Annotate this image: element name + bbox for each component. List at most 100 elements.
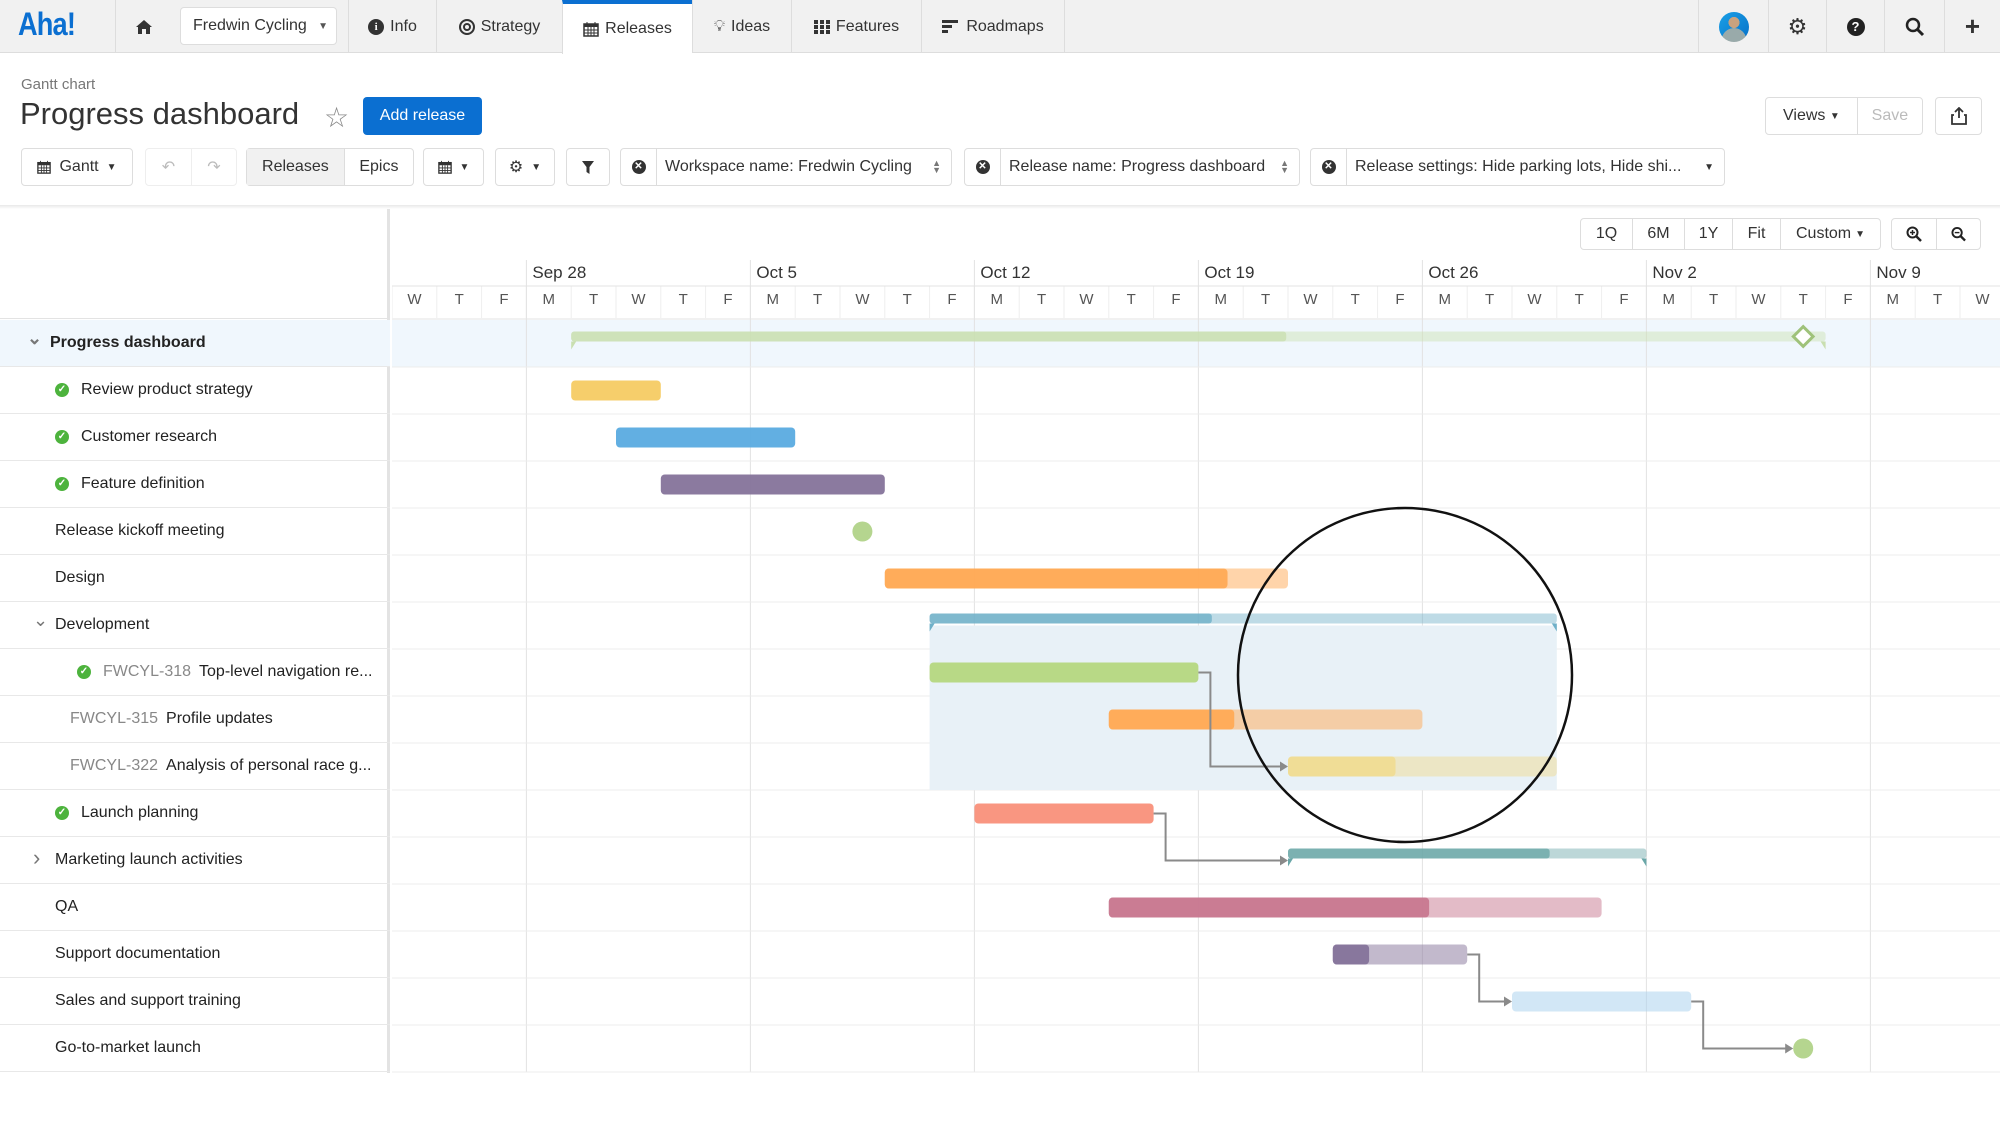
add-release-button[interactable]: Add release xyxy=(363,97,482,135)
zoom-1y-button[interactable]: 1Y xyxy=(1684,219,1732,249)
task-bar[interactable] xyxy=(1512,991,1692,1012)
day-label: T xyxy=(1261,291,1270,308)
dependency-arrow xyxy=(1280,855,1288,866)
sort-arrows-icon: ▲ ▼ xyxy=(932,158,941,175)
day-label: T xyxy=(1351,291,1360,308)
share-icon xyxy=(1950,107,1967,125)
views-button[interactable]: Views ▼ xyxy=(1766,98,1857,134)
date-range-dropdown[interactable]: ▼ xyxy=(423,148,484,186)
view-type-dropdown[interactable]: Gantt ▼ xyxy=(21,148,133,186)
help-button[interactable]: ? xyxy=(1826,0,1884,53)
timeframe-controls: 1Q 6M 1Y Fit Custom ▼ xyxy=(1580,218,1881,250)
task-bar[interactable] xyxy=(571,380,661,401)
day-label: F xyxy=(499,291,508,308)
tab-features[interactable]: Features xyxy=(791,0,921,53)
remove-filter-button[interactable]: ✕ xyxy=(1311,149,1347,185)
gantt-row[interactable]: › Marketing launch activities xyxy=(0,837,390,884)
redo-icon: ↷ xyxy=(207,159,221,176)
settings-dropdown[interactable]: ⚙ ▼ xyxy=(495,148,555,186)
settings-button[interactable]: ⚙ xyxy=(1768,0,1826,53)
tab-roadmaps[interactable]: Roadmaps xyxy=(921,0,1065,53)
gantt-row[interactable]: Release kickoff meeting xyxy=(0,508,390,555)
panel-header-divider xyxy=(0,318,390,319)
gantt-row[interactable]: ✓ Customer research xyxy=(0,414,390,461)
task-bar[interactable] xyxy=(929,662,1199,683)
workspace-selector[interactable]: Fredwin Cycling ▼ xyxy=(180,7,337,45)
zoom-out-button[interactable] xyxy=(1936,219,1980,249)
week-label: Sep 28 xyxy=(532,263,586,282)
releases-toggle[interactable]: Releases xyxy=(247,149,344,185)
record-key[interactable]: FWCYL-322 xyxy=(70,757,158,775)
zoom-in-out-group xyxy=(1891,218,1981,250)
add-button[interactable]: + xyxy=(1944,0,2000,53)
gantt-row[interactable]: Sales and support training xyxy=(0,978,390,1025)
gantt-row[interactable]: ✓ FWCYL-318 Top-level navigation re... xyxy=(0,649,390,696)
gantt-row[interactable]: ⌄ Progress dashboard xyxy=(0,320,390,367)
day-label: W xyxy=(1975,291,1990,308)
search-icon xyxy=(1905,17,1924,36)
filter-release-settings[interactable]: ✕ Release settings: Hide parking lots, H… xyxy=(1310,148,1725,186)
save-button[interactable]: Save xyxy=(1856,98,1922,134)
favorite-star-icon[interactable]: ☆ xyxy=(324,101,349,134)
task-bar[interactable] xyxy=(974,803,1154,824)
check-circle-icon: ✓ xyxy=(55,430,69,444)
redo-button[interactable]: ↷ xyxy=(190,149,236,185)
milestone-marker[interactable] xyxy=(1793,1038,1814,1059)
search-button[interactable] xyxy=(1884,0,1944,53)
filter-label: Release settings: Hide parking lots, Hid… xyxy=(1355,158,1682,175)
day-label: F xyxy=(1843,291,1852,308)
task-bar-progress xyxy=(884,568,1228,589)
zoom-in-button[interactable] xyxy=(1892,219,1936,249)
record-key[interactable]: FWCYL-315 xyxy=(70,710,158,728)
tab-ideas[interactable]: 💡︎ Ideas xyxy=(692,0,791,53)
tab-strategy[interactable]: Strategy xyxy=(436,0,562,53)
remove-filter-button[interactable]: ✕ xyxy=(965,149,1001,185)
filter-workspace[interactable]: ✕ Workspace name: Fredwin Cycling ▲ ▼ xyxy=(620,148,952,186)
task-bar[interactable] xyxy=(660,474,885,495)
aha-logo[interactable]: Aha! xyxy=(18,6,76,43)
dependency-arrow xyxy=(1785,1043,1794,1054)
tab-info[interactable]: i Info xyxy=(348,0,436,53)
gantt-row[interactable]: ✓ Review product strategy xyxy=(0,367,390,414)
remove-filter-button[interactable]: ✕ xyxy=(621,149,657,185)
task-bar[interactable] xyxy=(616,427,796,448)
share-button[interactable] xyxy=(1935,97,1982,135)
breadcrumb[interactable]: Gantt chart xyxy=(21,76,95,93)
gantt-row[interactable]: FWCYL-315 Profile updates xyxy=(0,696,390,743)
views-label: Views xyxy=(1783,107,1826,124)
avatar xyxy=(1718,11,1749,42)
chevron-down-icon[interactable]: ⌄ xyxy=(33,610,48,631)
undo-button[interactable]: ↶ xyxy=(146,149,191,185)
gantt-row[interactable]: ✓ Feature definition xyxy=(0,461,390,508)
day-label: T xyxy=(589,291,598,308)
day-label: F xyxy=(1171,291,1180,308)
epics-toggle[interactable]: Epics xyxy=(343,149,413,185)
filter-release-name[interactable]: ✕ Release name: Progress dashboard ▲ ▼ xyxy=(964,148,1300,186)
gantt-row[interactable]: ⌄ Development xyxy=(0,602,390,649)
filter-icon xyxy=(582,160,594,174)
user-avatar-button[interactable] xyxy=(1698,0,1768,53)
zoom-6m-button[interactable]: 6M xyxy=(1632,219,1684,249)
zoom-fit-button[interactable]: Fit xyxy=(1732,219,1780,249)
chevron-right-icon[interactable]: › xyxy=(33,845,40,871)
gantt-row[interactable]: Support documentation xyxy=(0,931,390,978)
tab-releases[interactable]: Releases xyxy=(562,0,692,54)
zoom-1q-button[interactable]: 1Q xyxy=(1581,219,1632,249)
summary-bar-progress xyxy=(929,613,1212,624)
gantt-row[interactable]: Design xyxy=(0,555,390,602)
gantt-row[interactable]: ✓ Launch planning xyxy=(0,790,390,837)
row-label: Feature definition xyxy=(81,475,205,492)
zoom-custom-dropdown[interactable]: Custom ▼ xyxy=(1780,219,1880,249)
milestone-marker[interactable] xyxy=(852,521,873,542)
chevron-down-icon[interactable]: ⌄ xyxy=(27,328,42,349)
filter-button[interactable] xyxy=(566,148,610,186)
gantt-row[interactable]: FWCYL-322 Analysis of personal race g... xyxy=(0,743,390,790)
gantt-chart: W T F M T W T F M T W T F M T W T F M T W T F M T W T F M T W T F M T W Sep … xyxy=(392,260,2000,1074)
gantt-row[interactable]: QA xyxy=(0,884,390,931)
day-label: T xyxy=(1933,291,1942,308)
record-key[interactable]: FWCYL-318 xyxy=(103,663,191,681)
home-button[interactable] xyxy=(115,0,171,53)
home-icon xyxy=(135,19,152,34)
day-label: W xyxy=(1079,291,1094,308)
gantt-row[interactable]: Go-to-market launch xyxy=(0,1025,390,1072)
